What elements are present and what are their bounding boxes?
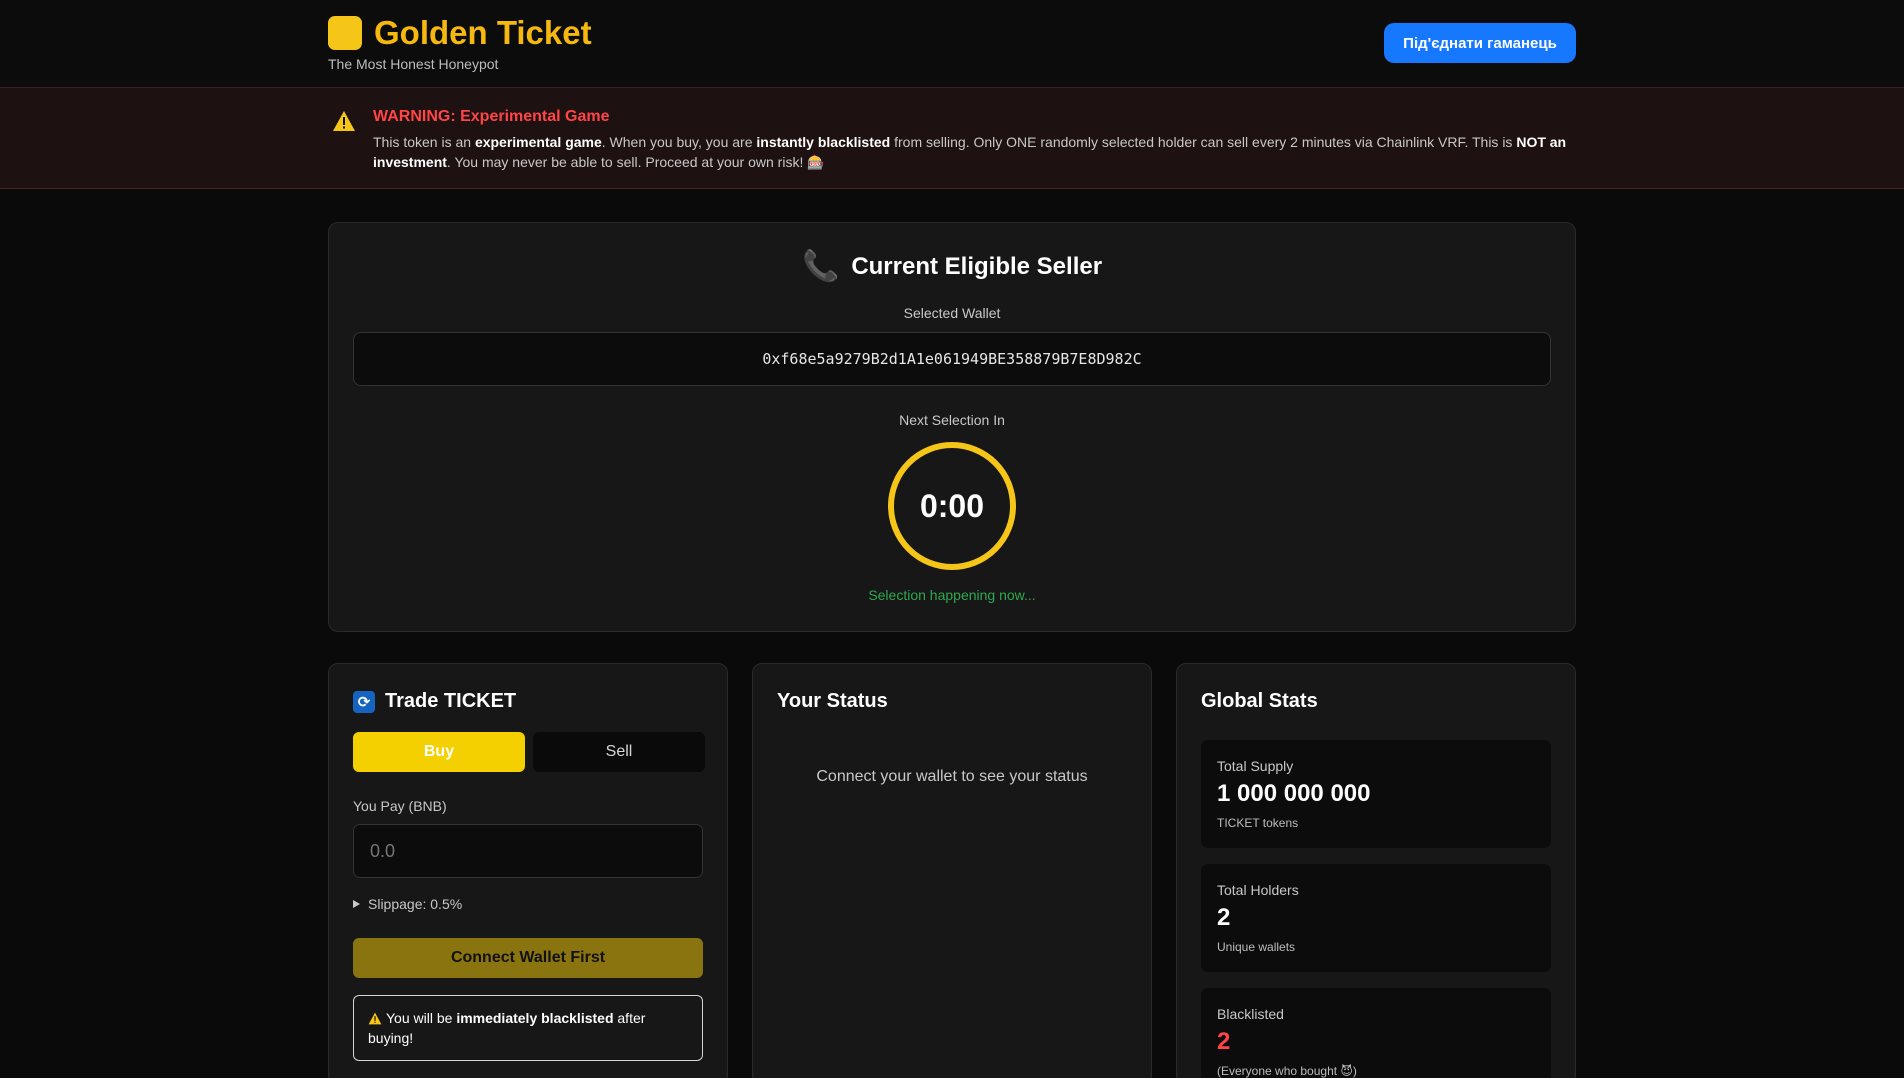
pay-label: You Pay (BNB)	[353, 798, 447, 814]
blacklist-note: You will be immediately blacklisted afte…	[353, 995, 703, 1061]
total-holders-stat: Total Holders 2 Unique wallets	[1201, 864, 1551, 972]
total-supply-label: Total Supply	[1217, 758, 1294, 774]
sell-tab[interactable]: Sell	[533, 732, 705, 772]
warning-text: This token is an experimental game. When…	[373, 134, 1567, 170]
total-supply-value: 1 000 000 000	[1217, 780, 1371, 807]
app-title: Golden Ticket	[374, 14, 592, 51]
blacklisted-label: Blacklisted	[1217, 1006, 1284, 1022]
sync-icon: ⟳	[353, 690, 375, 713]
total-holders-value: 2	[1217, 904, 1231, 931]
global-stats-card: Global Stats Total Supply 1 000 000 000 …	[1176, 663, 1576, 1078]
seller-title: 📞 Current Eligible Seller	[329, 249, 1575, 284]
countdown-timer: 0:00	[888, 442, 1016, 570]
selected-wallet-address[interactable]: 0xf68e5a9279B2d1A1e061949BE358879B7E8D98…	[353, 332, 1551, 386]
trade-title: ⟳ Trade TICKET	[353, 690, 516, 713]
warning-icon	[368, 1012, 382, 1025]
connect-wallet-first-button[interactable]: Connect Wallet First	[353, 938, 703, 978]
blacklisted-sub: (Everyone who bought 😈)	[1217, 1064, 1357, 1078]
triangle-right-icon	[353, 900, 360, 908]
phone-icon: 📞	[801, 250, 840, 283]
total-supply-stat: Total Supply 1 000 000 000 TICKET tokens	[1201, 740, 1551, 848]
seller-title-text: Current Eligible Seller	[851, 252, 1103, 280]
ticket-logo-icon	[328, 16, 362, 50]
your-status-message: Connect your wallet to see your status	[816, 768, 1088, 785]
top-header: Golden Ticket The Most Honest Honeypot П…	[0, 0, 1904, 88]
warning-icon	[333, 111, 355, 131]
connect-wallet-button[interactable]: Під'єднати гаманець	[1384, 23, 1576, 63]
eligible-seller-card: 📞 Current Eligible Seller Selected Walle…	[328, 222, 1576, 632]
total-holders-label: Total Holders	[1217, 882, 1299, 898]
blacklisted-stat: Blacklisted 2 (Everyone who bought 😈)	[1201, 988, 1551, 1078]
buy-tab[interactable]: Buy	[353, 732, 525, 772]
selection-status: Selection happening now...	[868, 587, 1036, 603]
slippage-label: Slippage: 0.5%	[368, 896, 463, 912]
global-stats-title: Global Stats	[1201, 690, 1318, 712]
warning-banner: WARNING: Experimental Game This token is…	[0, 88, 1904, 189]
selected-wallet-label: Selected Wallet	[903, 305, 1001, 321]
trade-card: ⟳ Trade TICKET Buy Sell You Pay (BNB) Sl…	[328, 663, 728, 1078]
app-subtitle: The Most Honest Honeypot	[328, 56, 499, 72]
brand: Golden Ticket The Most Honest Honeypot	[328, 14, 592, 72]
total-holders-sub: Unique wallets	[1217, 940, 1296, 954]
total-supply-sub: TICKET tokens	[1217, 816, 1299, 830]
slippage-toggle[interactable]: Slippage: 0.5%	[353, 896, 462, 912]
pay-amount-input[interactable]	[353, 824, 703, 878]
next-selection-label: Next Selection In	[899, 412, 1005, 428]
your-status-title: Your Status	[777, 690, 888, 712]
your-status-card: Your Status Connect your wallet to see y…	[752, 663, 1152, 1078]
trade-title-text: Trade TICKET	[385, 690, 517, 712]
blacklisted-value: 2	[1217, 1028, 1231, 1055]
warning-title: WARNING: Experimental Game	[373, 108, 610, 125]
